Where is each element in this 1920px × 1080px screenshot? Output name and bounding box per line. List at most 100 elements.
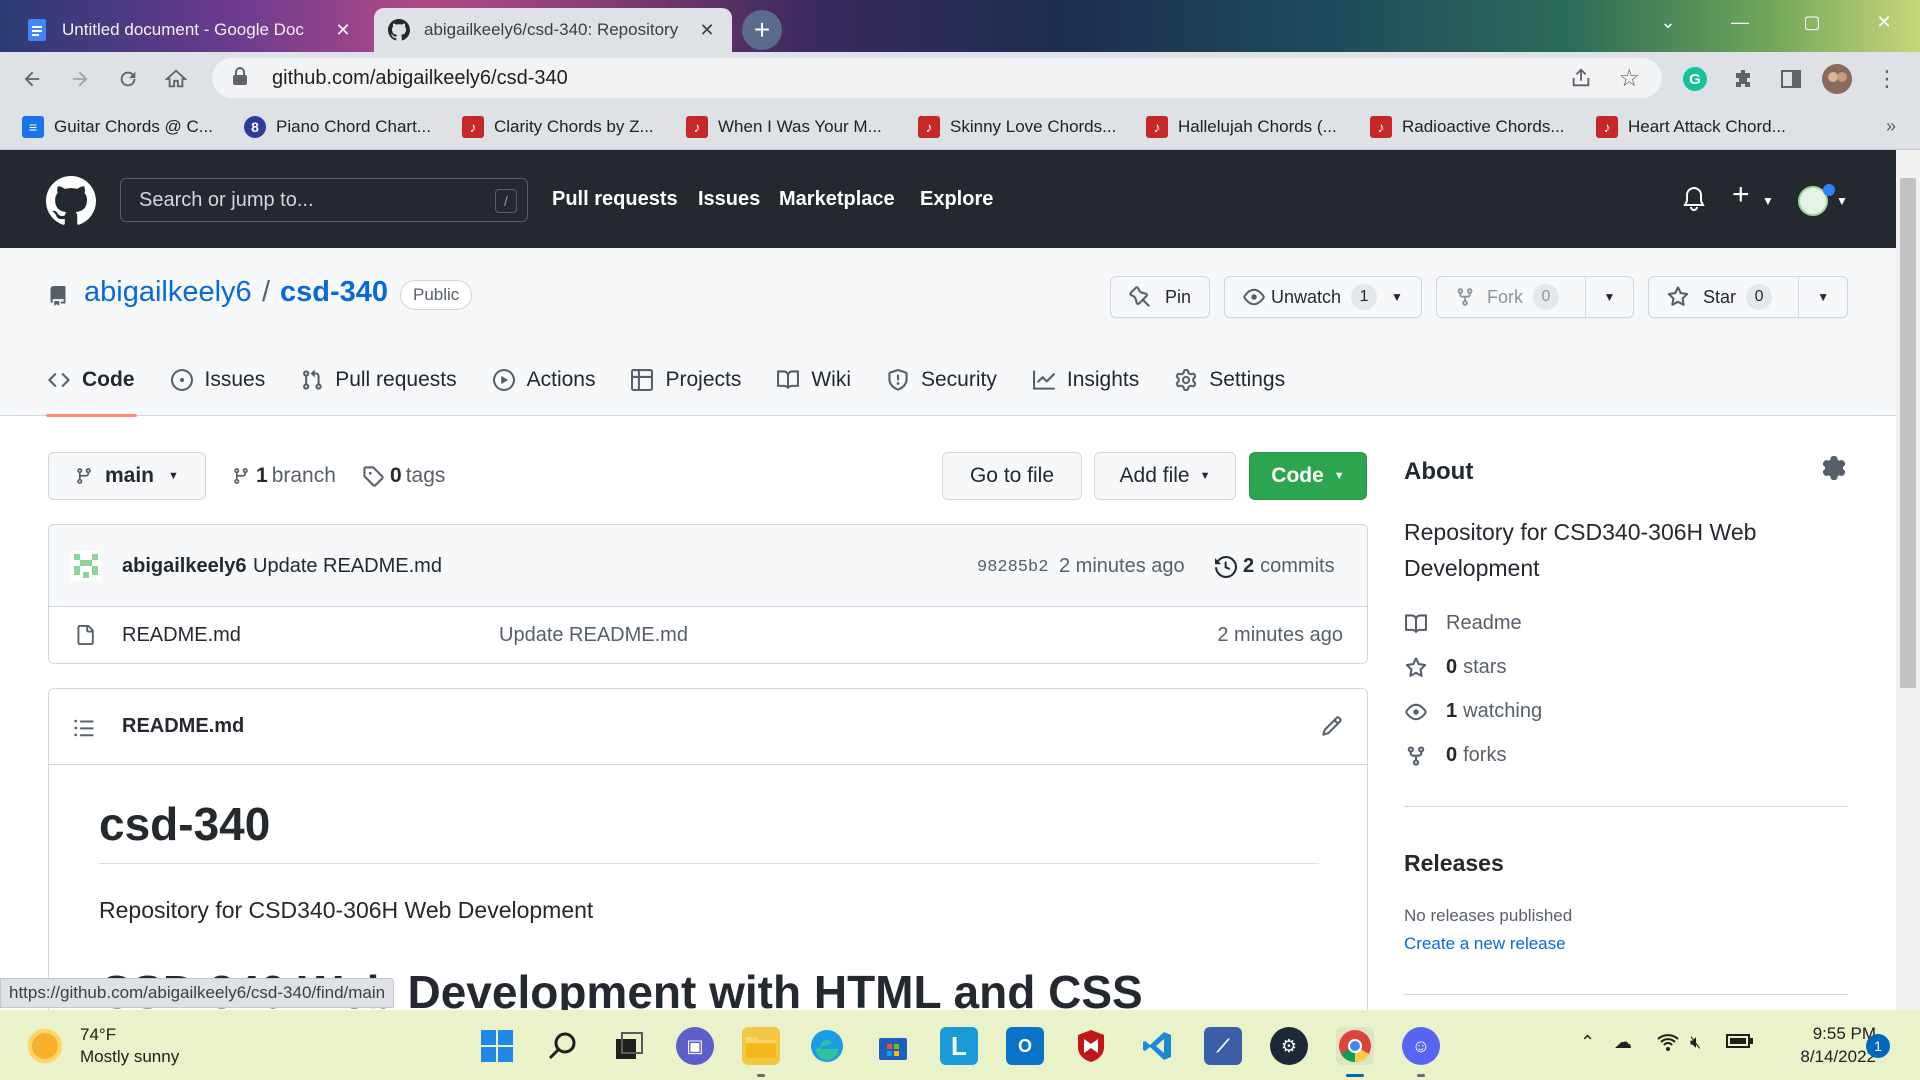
add-file-button[interactable]: Add file ▼ [1094,452,1236,500]
chevron-down-icon[interactable]: ▼ [1836,194,1848,208]
chrome-icon[interactable] [1336,1027,1374,1065]
bookmark-item[interactable]: ♪ Radioactive Chords... [1370,114,1565,140]
create-new-icon[interactable]: + [1732,178,1750,212]
task-view-icon[interactable] [610,1027,648,1065]
star-button[interactable]: Star 0 [1649,277,1798,317]
commit-message[interactable]: Update README.md [253,555,442,578]
tab-search-icon[interactable]: ⌄ [1632,0,1704,44]
tab-issues[interactable]: Issues [170,352,265,408]
back-icon[interactable] [18,65,46,93]
network-app-icon[interactable]: ⟋ [1204,1027,1242,1065]
tab-pull-requests[interactable]: Pull requests [301,352,457,408]
microsoft-store-icon[interactable] [874,1027,912,1065]
scrollbar-thumb[interactable] [1900,178,1916,688]
tab-settings[interactable]: Settings [1175,352,1285,408]
fork-dropdown-chevron[interactable]: ▼ [1586,290,1633,304]
search-icon[interactable] [544,1027,582,1065]
mcafee-icon[interactable] [1072,1027,1110,1065]
gear-icon[interactable] [1822,456,1846,480]
notification-badge[interactable]: 1 [1866,1034,1890,1058]
system-clock[interactable]: 9:55 PM 8/14/2022 [1776,1022,1876,1068]
readme-link[interactable]: Readme [1404,612,1522,635]
vscode-icon[interactable] [1138,1027,1176,1065]
extensions-icon[interactable] [1728,64,1758,94]
share-icon[interactable] [1570,67,1592,94]
weather-widget[interactable]: 74°F Mostly sunny [28,1024,179,1068]
steam-icon[interactable]: ⚙ [1270,1027,1308,1065]
profile-avatar[interactable] [1822,64,1852,94]
grammarly-icon[interactable]: G [1680,64,1710,94]
teams-chat-icon[interactable]: ▣ [676,1027,714,1065]
edge-icon[interactable] [808,1027,846,1065]
star-dropdown-chevron[interactable]: ▼ [1799,290,1847,304]
outlook-icon[interactable]: O [1006,1027,1044,1065]
tab-insights[interactable]: Insights [1032,352,1139,408]
repo-name-link[interactable]: csd-340 [280,276,388,309]
address-bar[interactable]: github.com/abigailkeely6/csd-340 ☆ [212,58,1662,98]
minimize-icon[interactable]: — [1704,0,1776,44]
forward-icon[interactable] [66,65,94,93]
chevron-up-icon[interactable]: ⌃ [1580,1032,1595,1053]
table-row[interactable]: README.md Update README.md 2 minutes ago [49,607,1367,663]
commit-sha[interactable]: 98285b2 [977,558,1048,577]
stars-link[interactable]: 0 stars [1404,656,1506,679]
repo-owner-link[interactable]: abigailkeely6 [84,276,252,309]
tab-wiki[interactable]: Wiki [777,352,851,408]
lock-icon[interactable] [232,66,252,90]
pencil-icon[interactable] [1321,715,1343,737]
nav-marketplace[interactable]: Marketplace [779,188,895,211]
new-tab-button[interactable]: + [742,10,782,50]
star-bookmark-icon[interactable]: ☆ [1618,64,1640,93]
tab-github-repo[interactable]: abigailkeely6/csd-340: Repository ✕ [374,8,732,52]
file-explorer-icon[interactable] [742,1027,780,1065]
page-scrollbar[interactable] [1896,150,1920,1010]
discord-icon[interactable]: ☺ [1402,1027,1440,1065]
nav-pull-requests[interactable]: Pull requests [552,188,678,211]
tab-code[interactable]: Code [46,352,136,417]
side-panel-icon[interactable] [1776,64,1806,94]
branches-link[interactable]: 1 branch [232,464,336,488]
releases-title[interactable]: Releases [1404,850,1504,877]
unwatch-button[interactable]: Unwatch 1 ▼ [1224,276,1422,318]
l-app-icon[interactable]: L [940,1027,978,1065]
fork-button[interactable]: Fork 0 [1437,277,1585,317]
cloud-icon[interactable]: ☁ [1614,1032,1632,1053]
home-icon[interactable] [162,65,190,93]
create-release-link[interactable]: Create a new release [1404,934,1566,954]
author-avatar[interactable] [71,551,101,581]
bookmark-item[interactable]: ♪ Skinny Love Chords... [918,114,1116,140]
close-icon[interactable]: ✕ [332,20,354,41]
tab-security[interactable]: Security [887,352,997,408]
go-to-file-button[interactable]: Go to file [942,452,1082,500]
volume-muted-icon[interactable]: 🔇︎ [1690,1032,1701,1053]
bookmark-item[interactable]: ♪ Clarity Chords by Z... [462,114,654,140]
maximize-icon[interactable]: ▢ [1776,0,1848,44]
tab-google-docs[interactable]: Untitled document - Google Doc ✕ [12,8,368,52]
tags-link[interactable]: 0 tags [362,464,445,488]
branch-select-button[interactable]: main ▼ [48,452,206,500]
list-icon[interactable] [73,717,95,739]
battery-icon[interactable] [1726,1032,1754,1055]
file-name[interactable]: README.md [122,624,241,647]
search-input[interactable]: Search or jump to... / [120,178,528,222]
tab-projects[interactable]: Projects [631,352,741,408]
bookmark-item[interactable]: ♪ When I Was Your M... [686,114,882,140]
bookmark-item[interactable]: ♪ Heart Attack Chord... [1596,114,1786,140]
watching-link[interactable]: 1 watching [1404,700,1542,723]
menu-kebab-icon[interactable]: ⋮ [1872,64,1902,94]
bookmark-item[interactable]: 8 Piano Chord Chart... [244,114,431,140]
tab-actions[interactable]: Actions [492,352,595,408]
windows-start-icon[interactable] [478,1027,516,1065]
file-commit-message[interactable]: Update README.md [499,624,688,647]
bookmark-item[interactable]: ≡ Guitar Chords @ C... [22,114,213,140]
close-icon[interactable]: ✕ [696,20,718,41]
bookmark-item[interactable]: ♪ Hallelujah Chords (... [1146,114,1337,140]
commits-link[interactable]: 2 commits [1215,555,1335,578]
commit-author[interactable]: abigailkeely6 [122,555,247,578]
github-logo-icon[interactable] [46,176,96,226]
pin-button[interactable]: Pin [1110,276,1210,318]
nav-issues[interactable]: Issues [698,188,760,211]
bell-icon[interactable] [1682,186,1706,212]
chevron-down-icon[interactable]: ▼ [1762,194,1774,208]
forks-link[interactable]: 0 forks [1404,744,1506,767]
